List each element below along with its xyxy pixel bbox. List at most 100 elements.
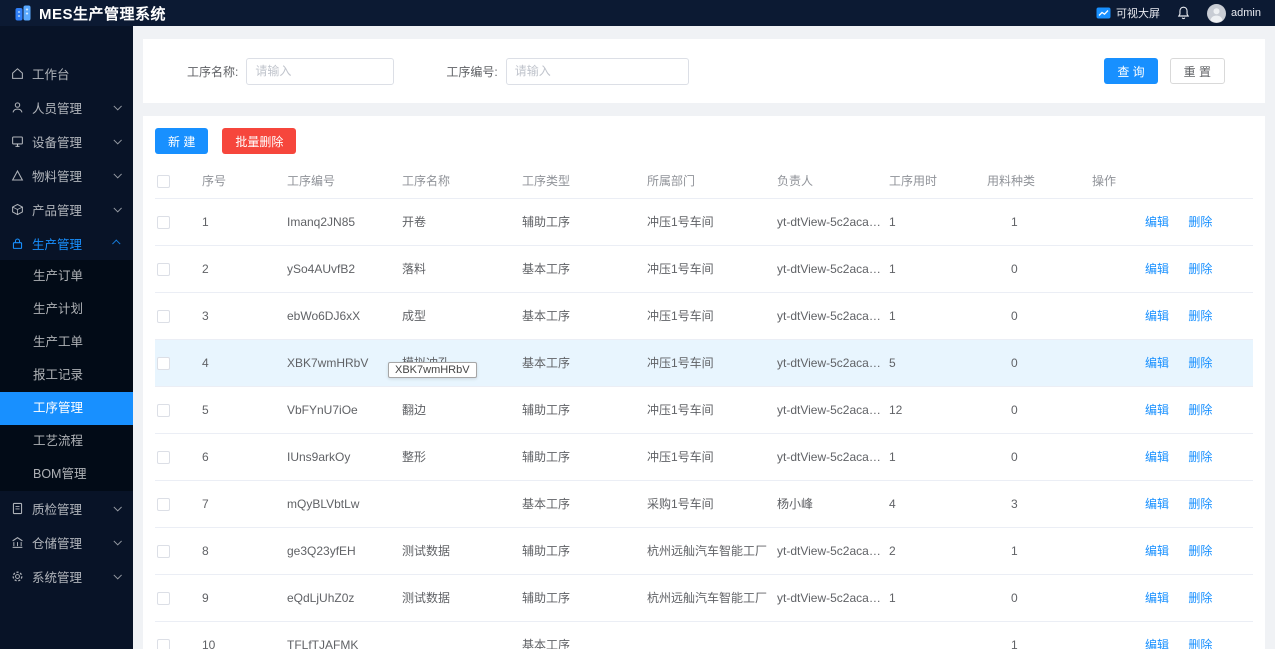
row-checkbox[interactable]	[157, 309, 170, 323]
sidebar-item-work-order[interactable]: 生产工单	[0, 326, 133, 359]
user-menu[interactable]: admin	[1207, 3, 1261, 23]
sidebar-item-system[interactable]: 系统管理	[0, 559, 133, 593]
row-checkbox[interactable]	[157, 450, 170, 464]
row-checkbox[interactable]	[157, 356, 170, 370]
app-logo: MES生产管理系统	[14, 3, 166, 24]
row-checkbox[interactable]	[157, 638, 170, 649]
table-row: 8 ge3Q23yfEH 测试数据 辅助工序 杭州远舢汽车智能工厂 yt-dtV…	[155, 527, 1253, 575]
edit-link[interactable]: 编辑	[1145, 215, 1169, 229]
sidebar-item-workbench[interactable]: 工作台	[0, 56, 133, 90]
column-header-type: 工序类型	[520, 164, 645, 199]
row-checkbox[interactable]	[157, 497, 170, 511]
cell-name-text: 测试数据	[402, 591, 451, 605]
delete-link[interactable]: 删除	[1188, 591, 1212, 605]
sidebar-item-quality[interactable]: 质检管理	[0, 491, 133, 525]
warehouse-icon	[11, 536, 24, 549]
create-button[interactable]: 新 建	[155, 128, 209, 154]
sidebar-item-equipment[interactable]: 设备管理	[0, 124, 133, 158]
delete-link[interactable]: 删除	[1188, 262, 1212, 276]
column-header-materials: 用料种类	[985, 164, 1090, 199]
sidebar-item-work-report[interactable]: 报工记录	[0, 359, 133, 392]
sidebar-item-label: 工作台	[32, 67, 70, 82]
sidebar-item-production-order[interactable]: 生产订单	[0, 260, 133, 293]
edit-link[interactable]: 编辑	[1145, 403, 1169, 417]
table-row: 1 Imanq2JN85 开卷 辅助工序 冲压1号车间 yt-dtView-5c…	[155, 198, 1253, 246]
row-checkbox[interactable]	[157, 544, 170, 558]
delete-link[interactable]: 删除	[1188, 215, 1212, 229]
table-body: 1 Imanq2JN85 开卷 辅助工序 冲压1号车间 yt-dtView-5c…	[155, 198, 1253, 649]
sidebar-item-personnel[interactable]: 人员管理	[0, 90, 133, 124]
cell-no: 7	[200, 480, 285, 528]
sidebar-item-process-flow[interactable]: 工艺流程	[0, 425, 133, 458]
big-screen-label: 可视大屏	[1116, 8, 1161, 20]
cell-name: 落料	[400, 245, 520, 293]
sidebar-item-product[interactable]: 产品管理	[0, 192, 133, 226]
cell-type: 基本工序	[520, 621, 645, 649]
reset-button[interactable]: 重 置	[1169, 58, 1225, 84]
cell-dept	[645, 621, 775, 649]
cell-name: 测试数据	[400, 527, 520, 575]
sidebar-item-warehouse[interactable]: 仓储管理	[0, 525, 133, 559]
edit-link[interactable]: 编辑	[1145, 591, 1169, 605]
cell-name: 模拟冲孔 XBK7wmHRbV	[388, 339, 520, 387]
delete-link[interactable]: 删除	[1188, 638, 1212, 649]
big-screen-button[interactable]: 可视大屏	[1096, 5, 1160, 21]
delete-link[interactable]: 删除	[1188, 309, 1212, 323]
notification-bell-icon[interactable]	[1176, 5, 1191, 21]
sidebar-item-bom[interactable]: BOM管理	[0, 458, 133, 491]
cell-materials: 0	[985, 386, 1090, 434]
process-name-input[interactable]	[246, 57, 395, 85]
cell-time: 12	[887, 386, 985, 434]
row-checkbox[interactable]	[157, 591, 170, 605]
process-code-input[interactable]	[505, 57, 689, 85]
cell-time: 1	[887, 292, 985, 340]
cell-code: XBK7wmHRbV	[285, 339, 400, 387]
cell-ops: 编辑 删除	[1090, 386, 1253, 434]
cell-ops: 编辑 删除	[1090, 527, 1253, 575]
edit-link[interactable]: 编辑	[1145, 262, 1169, 276]
edit-link[interactable]: 编辑	[1145, 497, 1169, 511]
sidebar-item-production[interactable]: 生产管理	[0, 226, 133, 260]
edit-link[interactable]: 编辑	[1145, 450, 1169, 464]
sidebar-item-material[interactable]: 物料管理	[0, 158, 133, 192]
home-icon	[11, 67, 24, 80]
cell-time: 5	[887, 339, 985, 387]
cell-owner	[775, 621, 887, 649]
cell-code: mQyBLVbtLw	[285, 480, 400, 528]
batch-delete-button[interactable]: 批量删除	[222, 128, 297, 154]
sidebar-item-label: 质检管理	[32, 502, 83, 517]
edit-link[interactable]: 编辑	[1145, 544, 1169, 558]
sidebar-item-process-management[interactable]: 工序管理	[0, 392, 133, 425]
cell-dept: 冲压1号车间	[645, 386, 775, 434]
cell-name: 整形	[400, 433, 520, 481]
delete-link[interactable]: 删除	[1188, 403, 1212, 417]
cell-ops: 编辑 删除	[1090, 245, 1253, 293]
edit-link[interactable]: 编辑	[1145, 309, 1169, 323]
table-row: 9 eQdLjUhZ0z 测试数据 辅助工序 杭州远舢汽车智能工厂 yt-dtV…	[155, 574, 1253, 622]
edit-link[interactable]: 编辑	[1145, 356, 1169, 370]
delete-link[interactable]: 删除	[1188, 544, 1212, 558]
process-code-label: 工序编号:	[446, 64, 498, 79]
query-button[interactable]: 查 询	[1104, 58, 1158, 84]
cell-owner: yt-dtView-5c2aca3962	[775, 198, 887, 246]
column-header-ops: 操作	[1090, 164, 1253, 199]
row-checkbox[interactable]	[157, 215, 170, 229]
cell-owner: yt-dtView-5c2aca3962	[775, 527, 887, 575]
cell-materials: 1	[985, 621, 1090, 649]
row-checkbox[interactable]	[157, 262, 170, 276]
username: admin	[1231, 7, 1261, 19]
row-checkbox[interactable]	[157, 403, 170, 417]
select-all-checkbox[interactable]	[157, 174, 170, 188]
cell-tooltip: XBK7wmHRbV	[388, 361, 477, 378]
delete-link[interactable]: 删除	[1188, 356, 1212, 370]
delete-link[interactable]: 删除	[1188, 450, 1212, 464]
edit-link[interactable]: 编辑	[1145, 638, 1169, 649]
delete-link[interactable]: 删除	[1188, 497, 1212, 511]
cell-ops: 编辑 删除	[1090, 480, 1253, 528]
table-row: 2 ySo4AUvfB2 落料 基本工序 冲压1号车间 yt-dtView-5c…	[155, 245, 1253, 293]
cell-no: 4	[200, 339, 285, 387]
cell-name-text: 成型	[402, 309, 427, 323]
cell-no: 8	[200, 527, 285, 575]
sidebar-item-production-plan[interactable]: 生产计划	[0, 293, 133, 326]
cell-time: 1	[887, 198, 985, 246]
